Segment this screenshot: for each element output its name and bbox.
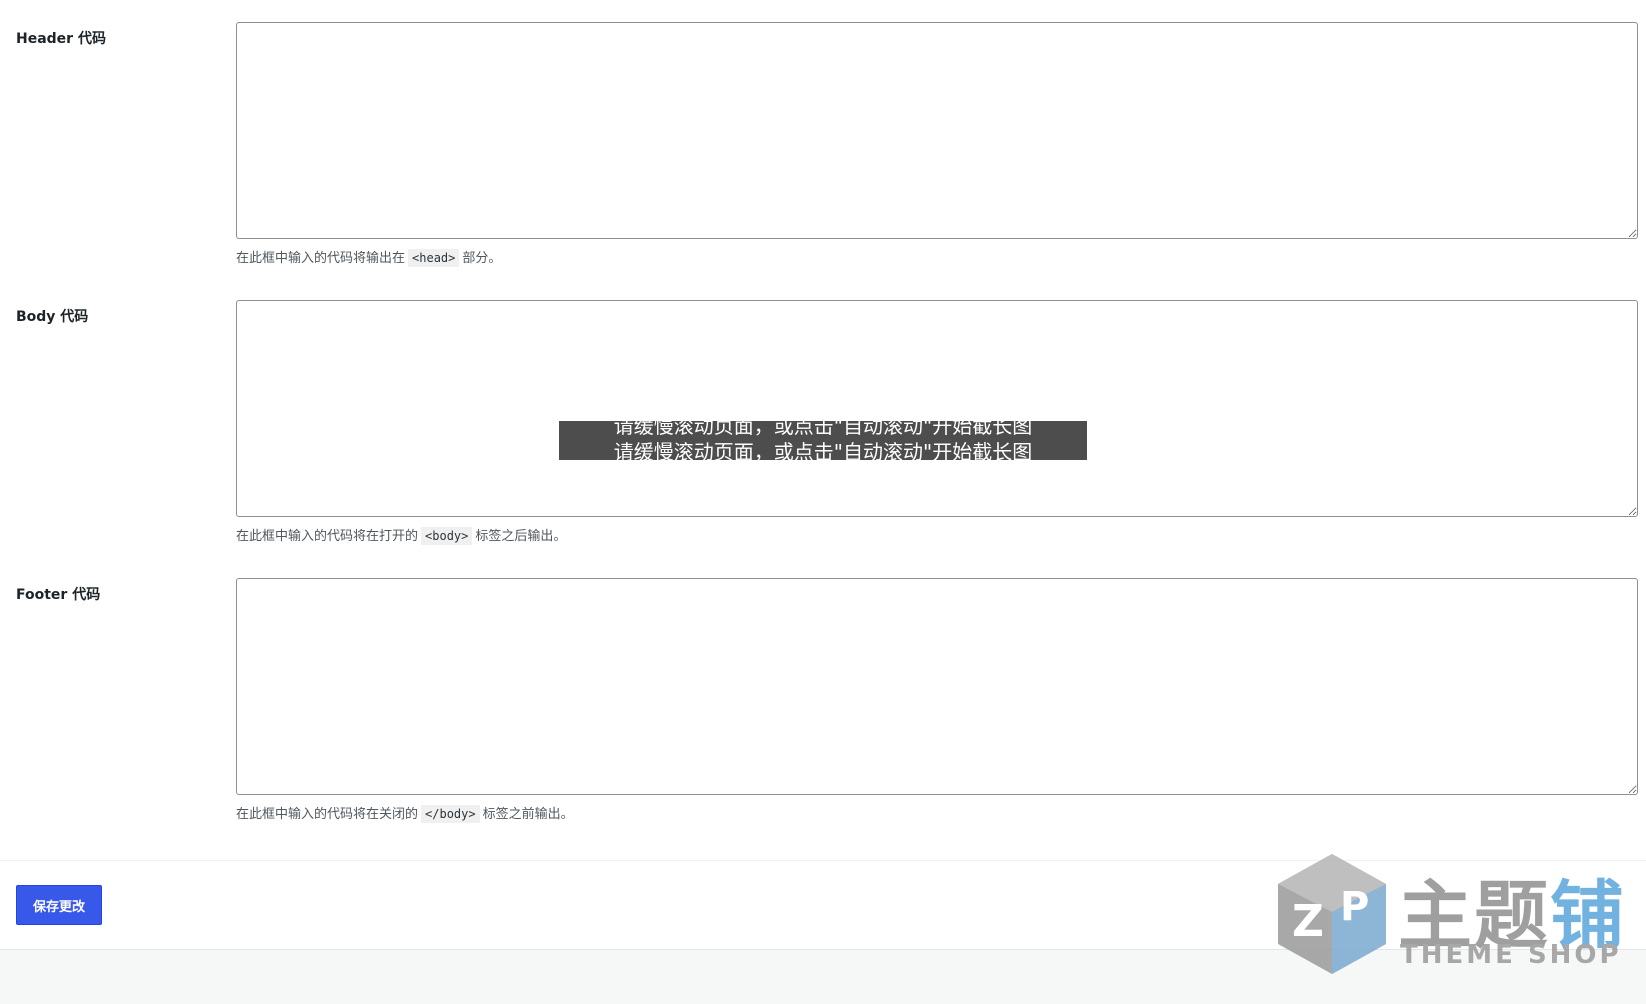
body-code-textarea[interactable] — [236, 300, 1638, 517]
footer-code-label: Footer 代码 — [16, 587, 101, 603]
help-text-before: 在此框中输入的代码将在打开的 — [236, 529, 419, 544]
watermark-subtitle: THEME SHOP — [1400, 940, 1622, 970]
save-changes-button[interactable]: 保存更改 — [16, 885, 102, 925]
svg-text:P: P — [1340, 884, 1369, 930]
footer-code-help: 在此框中输入的代码将在关闭的 </body> 标签之前输出。 — [236, 804, 574, 825]
body-code-help: 在此框中输入的代码将在打开的 <body> 标签之后输出。 — [236, 526, 566, 547]
header-code-help: 在此框中输入的代码将输出在 <head> 部分。 — [236, 248, 501, 269]
help-text-before: 在此框中输入的代码将输出在 — [236, 251, 406, 266]
scroll-capture-message-duplicate: 请缓慢滚动页面，或点击"自动滚动"开始截长图 — [613, 440, 1033, 460]
cube-logo-icon: Z P — [1278, 854, 1386, 974]
body-code-label: Body 代码 — [16, 309, 89, 325]
help-code-snippet: </body> — [421, 805, 480, 823]
help-text-after: 部分。 — [462, 251, 502, 266]
help-code-snippet: <head> — [408, 249, 460, 267]
footer-code-textarea[interactable] — [236, 578, 1638, 795]
help-code-snippet: <body> — [421, 527, 473, 545]
help-text-before: 在此框中输入的代码将在关闭的 — [236, 807, 419, 822]
svg-text:Z: Z — [1292, 896, 1324, 947]
header-code-label: Header 代码 — [16, 31, 106, 47]
header-code-textarea[interactable] — [236, 22, 1638, 239]
help-text-after: 标签之前输出。 — [482, 807, 574, 822]
theme-shop-watermark: Z P 主题铺 THEME SHOP — [1270, 848, 1646, 978]
help-text-after: 标签之后输出。 — [475, 529, 567, 544]
scroll-capture-message: 请缓慢滚动页面，或点击"自动滚动"开始截长图 — [613, 421, 1033, 438]
scroll-capture-banner: 请缓慢滚动页面，或点击"自动滚动"开始截长图 请缓慢滚动页面，或点击"自动滚动"… — [559, 421, 1087, 460]
